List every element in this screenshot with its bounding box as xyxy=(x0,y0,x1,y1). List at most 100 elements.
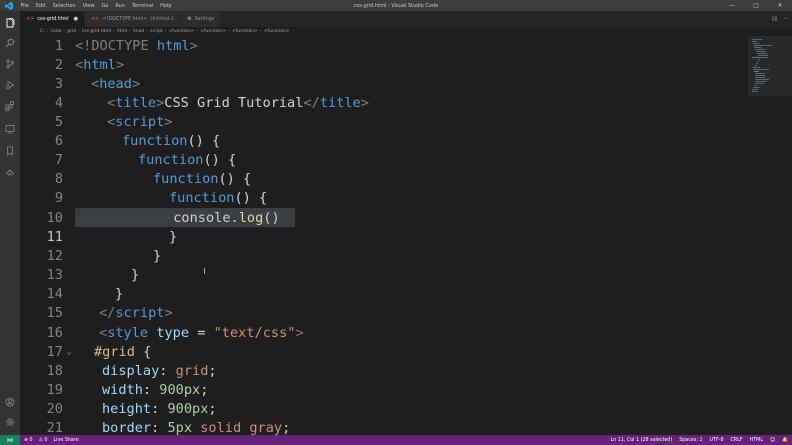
code-line-current[interactable]: 11 } xyxy=(20,227,748,246)
menu-file[interactable]: File xyxy=(17,3,32,9)
extensions-icon[interactable] xyxy=(4,100,16,112)
search-icon[interactable] xyxy=(4,37,16,49)
code-line[interactable]: 8 function() { xyxy=(20,169,748,188)
code-line[interactable]: 16 <style type = "text/css"> xyxy=(20,323,748,342)
line-number: 2 xyxy=(54,56,63,73)
code-line[interactable]: 20 height: 900px; xyxy=(20,399,748,418)
code-line[interactable]: 7 function() { xyxy=(20,150,748,169)
tab-label: css-grid.html xyxy=(37,16,69,22)
split-editor-icon[interactable]: ▯▯ xyxy=(772,16,778,22)
line-number: 21 xyxy=(46,419,63,436)
code-line[interactable]: 9 function() { xyxy=(20,188,748,207)
gear-icon[interactable] xyxy=(4,416,16,428)
code-line[interactable]: 15 </script> xyxy=(20,303,748,322)
code-line[interactable]: 5 <script> xyxy=(20,112,748,131)
breadcrumb-item[interactable]: <function> xyxy=(232,29,258,34)
token: : xyxy=(142,381,160,398)
code-line[interactable]: 12 } xyxy=(20,246,748,265)
code-line[interactable]: 4 <title>CSS Grid Tutorial</title> xyxy=(20,93,748,112)
token: width xyxy=(102,381,143,398)
live-share-button[interactable]: Live Share xyxy=(54,438,79,443)
explorer-icon[interactable] xyxy=(4,17,16,29)
feedback-icon[interactable]: ☺ xyxy=(770,438,775,443)
code-line[interactable]: 1 <!DOCTYPE html> xyxy=(20,36,748,55)
source-control-icon[interactable] xyxy=(4,58,16,70)
tab-settings[interactable]: ⚙ Settings xyxy=(181,11,222,27)
language-mode[interactable]: HTML xyxy=(750,438,763,443)
breadcrumb-item[interactable]: head xyxy=(133,29,144,34)
menu-selection[interactable]: Selection xyxy=(49,3,79,9)
breadcrumb-item[interactable]: grid xyxy=(67,29,76,34)
fold-chevron-icon[interactable]: ⌄ xyxy=(63,347,75,357)
menu-bar: File Edit Selection View Go Run Terminal… xyxy=(17,3,175,9)
notifications-bell-icon[interactable]: 🔔 xyxy=(782,438,788,443)
html-file-icon: <> xyxy=(90,16,100,22)
menu-view[interactable]: View xyxy=(79,3,98,9)
code-editor[interactable]: 1 <!DOCTYPE html> 2 <html> 3 <head> 4 <t… xyxy=(20,36,748,436)
menu-edit[interactable]: Edit xyxy=(32,3,49,9)
token: . xyxy=(230,209,239,226)
cursor-position[interactable]: Ln 11, Col 1 (28 selected) xyxy=(610,438,672,443)
menu-run[interactable]: Run xyxy=(112,3,129,9)
editor-actions: ▯▯ ··· xyxy=(766,11,792,27)
minimap[interactable] xyxy=(748,36,792,435)
breadcrumb-item[interactable]: <function> xyxy=(168,29,194,34)
code-line[interactable]: 19 width: 900px; xyxy=(20,380,748,399)
code-line[interactable]: 21 border: 5px solid gray; xyxy=(20,418,748,436)
minimize-button[interactable]: — xyxy=(720,0,744,11)
tab-sublabel: Untitled-1 xyxy=(150,16,175,22)
token: <!DOCTYPE xyxy=(75,37,149,54)
breadcrumb-item[interactable]: <function> xyxy=(200,29,226,34)
code-line[interactable]: 3 <head> xyxy=(20,74,748,93)
code-line[interactable]: 18 display: grid; xyxy=(20,361,748,380)
encoding[interactable]: UTF-8 xyxy=(710,438,724,443)
line-number: 20 xyxy=(46,400,63,417)
code-line[interactable]: 17 ⌄ #grid { xyxy=(20,342,748,361)
bookmarks-icon[interactable] xyxy=(4,145,16,157)
tab-bar: <> css-grid.html ● <> <!DOCTYPE html> Un… xyxy=(20,11,792,27)
settings-gear-icon: ⚙ xyxy=(187,16,192,22)
code-line-selected[interactable]: 10 ············console.log() xyxy=(20,208,748,227)
code-line[interactable]: 13 } xyxy=(20,265,748,284)
token: log xyxy=(238,209,264,226)
code-line[interactable]: 6 function() { xyxy=(20,131,748,150)
run-debug-icon[interactable] xyxy=(4,79,16,91)
live-share-icon[interactable] xyxy=(4,167,16,179)
token: } xyxy=(131,266,140,283)
breadcrumb-item[interactable]: html xyxy=(117,29,127,34)
warnings-indicator[interactable]: ⚠ 0 xyxy=(39,438,48,443)
token: </ xyxy=(99,304,116,321)
unsaved-dot-icon[interactable]: ● xyxy=(74,16,78,22)
breadcrumb-item[interactable]: C: xyxy=(40,29,45,34)
code-line[interactable]: 14 } xyxy=(20,284,748,303)
close-button[interactable]: ✕ xyxy=(768,0,792,11)
errors-indicator[interactable]: ⊗ 0 xyxy=(24,438,33,443)
line-ending[interactable]: CRLF xyxy=(731,438,743,443)
token: } xyxy=(169,228,178,245)
breadcrumb-item[interactable]: <function> xyxy=(264,29,290,34)
line-number: 14 xyxy=(46,285,63,302)
tab-untitled-1[interactable]: <> <!DOCTYPE html> Untitled-1 xyxy=(84,11,182,27)
menu-terminal[interactable]: Terminal xyxy=(129,3,157,9)
indentation[interactable]: Spaces: 2 xyxy=(679,438,702,443)
more-actions-icon[interactable]: ··· xyxy=(783,16,788,22)
token: : xyxy=(151,419,168,436)
breadcrumb-item[interactable]: css-grid.html xyxy=(82,29,111,34)
token: () { xyxy=(234,189,268,206)
remote-indicator-icon[interactable]: ⋈ xyxy=(0,435,20,445)
menu-help[interactable]: Help xyxy=(157,3,175,9)
tab-css-grid-html[interactable]: <> css-grid.html ● xyxy=(20,11,85,27)
menu-go[interactable]: Go xyxy=(98,3,112,9)
token: < xyxy=(91,75,100,92)
line-number: 5 xyxy=(54,113,63,130)
breadcrumb-item[interactable]: script xyxy=(150,29,163,34)
line-number: 16 xyxy=(46,324,63,341)
token: < xyxy=(99,324,108,341)
code-line[interactable]: 2 <html> xyxy=(20,55,748,74)
remote-explorer-icon[interactable] xyxy=(4,123,16,135)
account-icon[interactable] xyxy=(4,396,16,408)
breadcrumb-item[interactable]: code xyxy=(50,29,61,34)
maximize-button[interactable]: □ xyxy=(744,0,768,11)
token: < xyxy=(107,94,116,111)
line-number: 12 xyxy=(46,247,63,264)
